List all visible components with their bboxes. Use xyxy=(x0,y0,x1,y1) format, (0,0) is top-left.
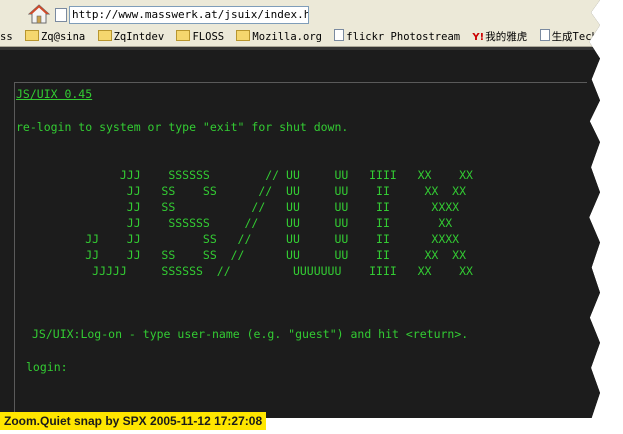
page-icon xyxy=(539,29,550,41)
terminal-title-link[interactable]: JS/UIX 0.45 xyxy=(16,87,92,101)
bookmark-item[interactable]: 生成Technorati Tag xyxy=(539,28,600,46)
home-icon[interactable] xyxy=(27,3,51,25)
ascii-art-line: JJ SS // UU UU II XXXX xyxy=(16,200,460,214)
relogin-message: re-login to system or type "exit" for sh… xyxy=(16,120,349,134)
folder-icon xyxy=(176,30,191,41)
snapshot-watermark: Zoom.Quiet snap by SPX 2005-11-12 17:27:… xyxy=(0,412,267,430)
bookmark-item[interactable]: flickr Photostream xyxy=(334,28,460,46)
logon-instructions: JS/UIX:Log-on - type user-name (e.g. "gu… xyxy=(32,327,469,341)
ascii-art-line: JJ JJ SS SS // UU UU II XX XX xyxy=(16,248,467,262)
bookmark-item[interactable]: Mozilla.org xyxy=(236,28,322,46)
screenshot-frame: http://www.masswerk.at/jsuix/index.html … xyxy=(0,0,600,418)
bookmark-item[interactable]: ss xyxy=(0,28,13,46)
page-icon xyxy=(334,29,345,41)
bookmark-item[interactable]: Y!我的雅虎 xyxy=(472,28,528,46)
ascii-art-line: JJJJJ SSSSSS // UUUUUUU IIII XX XX xyxy=(16,264,473,278)
ascii-art-line: JJJ SSSSSS // UU UU IIII XX XX xyxy=(16,168,473,182)
login-prompt[interactable]: login: xyxy=(26,360,68,374)
bookmark-label: Mozilla.org xyxy=(252,31,322,43)
ascii-art-line: JJ JJ SS // UU UU II XXXX xyxy=(16,232,460,246)
folder-icon xyxy=(24,30,39,41)
url-field[interactable]: http://www.masswerk.at/jsuix/index.html xyxy=(69,6,309,24)
bookmark-item[interactable]: ZqIntdev xyxy=(97,28,165,46)
bookmark-item[interactable]: Zq@sina xyxy=(24,28,86,46)
page-icon xyxy=(55,8,67,22)
bookmark-label: FLOSS xyxy=(192,31,225,43)
bookmarks-toolbar: ss Zq@sina ZqIntdev FLOSS Mozilla.org fl… xyxy=(0,28,600,47)
bookmark-item[interactable]: FLOSS xyxy=(176,28,224,46)
bookmark-label: 我的雅虎 xyxy=(485,31,528,43)
bookmark-label: flickr Photostream xyxy=(346,31,461,43)
bookmark-label: ZqIntdev xyxy=(113,31,165,43)
bookmark-label: Zq@sina xyxy=(40,31,86,43)
ascii-art-line: JJ SSSSSS // UU UU II XX xyxy=(16,216,453,230)
terminal-screen[interactable]: JS/UIX 0.45 re-login to system or type "… xyxy=(0,47,600,418)
yahoo-icon: Y! xyxy=(472,32,485,43)
bookmark-label: ss xyxy=(0,31,13,43)
address-bar: http://www.masswerk.at/jsuix/index.html xyxy=(0,0,600,29)
folder-icon xyxy=(236,30,251,41)
bookmark-label: 生成Technorati Tag xyxy=(551,31,600,43)
ascii-art-line: JJ SS SS // UU UU II XX XX xyxy=(16,184,467,198)
folder-icon xyxy=(97,30,112,41)
